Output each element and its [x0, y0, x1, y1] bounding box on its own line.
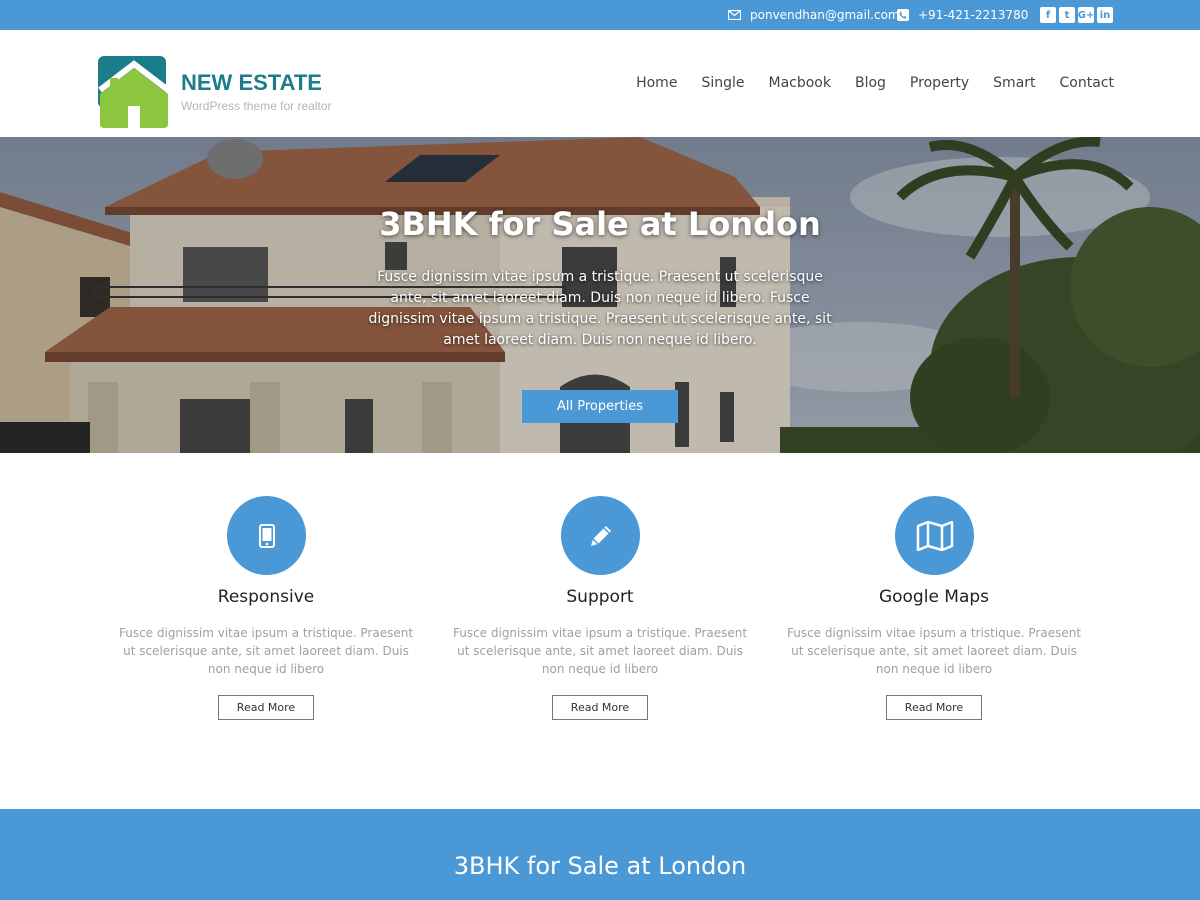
- hero-description: Fusce dignissim vitae ipsum a tristique.…: [368, 269, 832, 348]
- contact-phone-text: +91-421-2213780: [918, 8, 1029, 22]
- feature-title: Support: [566, 587, 634, 607]
- nav-item-property[interactable]: Property: [910, 75, 969, 91]
- hero-banner: 3BHK for Sale at London Fusce dignissim …: [0, 137, 1200, 453]
- read-more-button[interactable]: Read More: [218, 695, 314, 720]
- property-band: 3BHK for Sale at London: [0, 809, 1200, 900]
- nav-item-contact[interactable]: Contact: [1060, 75, 1114, 91]
- band-title: 3BHK for Sale at London: [453, 852, 747, 880]
- linkedin-icon[interactable]: in: [1097, 7, 1113, 23]
- map-icon: [916, 520, 953, 551]
- pencil-icon: [590, 525, 611, 546]
- read-more-button[interactable]: Read More: [552, 695, 648, 720]
- feature-description: Fusce dignissim vitae ipsum a tristique.…: [118, 626, 414, 676]
- google-plus-icon[interactable]: G+: [1078, 7, 1094, 23]
- feature-description: Fusce dignissim vitae ipsum a tristique.…: [786, 626, 1082, 676]
- twitter-icon[interactable]: t: [1059, 7, 1075, 23]
- features-section: Responsive Fusce dignissim vitae ipsum a…: [0, 453, 1200, 809]
- hero-title: 3BHK for Sale at London: [379, 205, 821, 243]
- feature-icon-circle: [895, 496, 974, 575]
- brand-name[interactable]: NEW ESTATE: [181, 70, 322, 96]
- house-logo-icon[interactable]: [98, 56, 170, 128]
- brand-tagline: WordPress theme for realtor: [181, 99, 332, 113]
- nav-item-home[interactable]: Home: [636, 75, 677, 91]
- top-bar: ponvendhan@gmail.com +91-421-2213780 f t…: [0, 0, 1200, 30]
- feature-title: Responsive: [217, 587, 315, 607]
- envelope-icon: [728, 10, 741, 20]
- feature-icon-circle: [561, 496, 640, 575]
- contact-email-text: ponvendhan@gmail.com: [750, 8, 900, 22]
- feature-description: Fusce dignissim vitae ipsum a tristique.…: [452, 626, 748, 676]
- site-header: NEW ESTATE WordPress theme for realtor H…: [0, 30, 1200, 137]
- phone-icon: [897, 9, 909, 21]
- contact-email[interactable]: ponvendhan@gmail.com: [728, 0, 900, 30]
- nav-item-smart[interactable]: Smart: [993, 75, 1035, 91]
- read-more-button[interactable]: Read More: [886, 695, 982, 720]
- nav-item-single[interactable]: Single: [701, 75, 744, 91]
- contact-phone[interactable]: +91-421-2213780: [897, 0, 1028, 30]
- feature-title: Google Maps: [878, 587, 990, 607]
- all-properties-button[interactable]: All Properties: [522, 390, 678, 423]
- nav-item-blog[interactable]: Blog: [855, 75, 886, 91]
- facebook-icon[interactable]: f: [1040, 7, 1056, 23]
- social-links: f t G+ in: [1040, 7, 1113, 23]
- nav-item-macbook[interactable]: Macbook: [768, 75, 830, 91]
- mobile-phone-icon: [258, 523, 275, 548]
- feature-icon-circle: [227, 496, 306, 575]
- main-nav: Home Single Macbook Blog Property Smart …: [636, 75, 1114, 91]
